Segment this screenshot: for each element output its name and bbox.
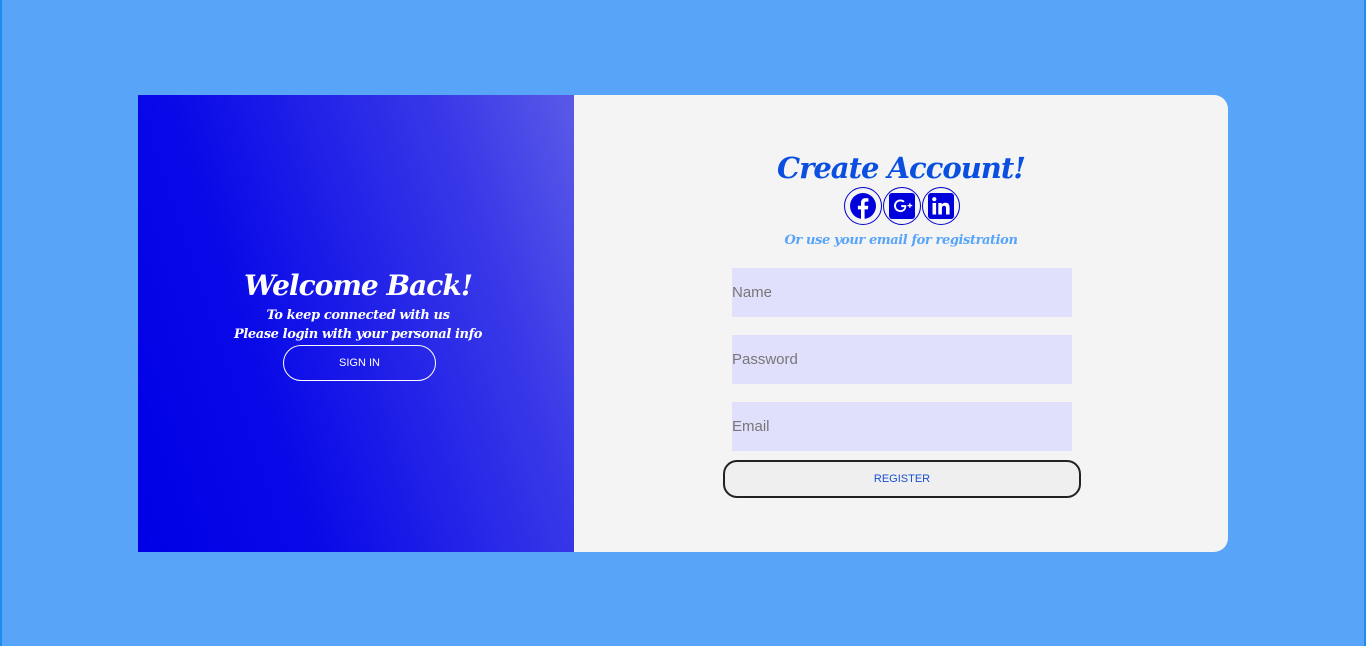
registration-note: Or use your email for registration	[784, 233, 1018, 248]
register-button[interactable]: REGISTER	[723, 460, 1081, 498]
create-account-panel: Create Account! Or use your email for re…	[574, 95, 1228, 552]
password-input[interactable]	[732, 335, 1072, 384]
google-plus-icon	[889, 193, 915, 219]
email-input[interactable]	[732, 402, 1072, 451]
facebook-button[interactable]	[844, 187, 882, 225]
sign-in-button[interactable]: SIGN IN	[283, 345, 436, 381]
google-plus-button[interactable]	[883, 187, 921, 225]
social-buttons	[844, 187, 960, 225]
linkedin-icon	[928, 193, 954, 219]
linkedin-button[interactable]	[922, 187, 960, 225]
create-account-title: Create Account!	[777, 151, 1026, 185]
welcome-subtitle-line-2: Please login with your personal info	[233, 327, 483, 342]
facebook-icon	[850, 193, 876, 219]
signup-card: Welcome Back! To keep connected with us …	[138, 95, 1228, 552]
welcome-subtitle-line-1: To keep connected with us	[266, 308, 450, 323]
name-input[interactable]	[732, 268, 1072, 317]
welcome-subtitle: To keep connected with us Please login w…	[138, 306, 578, 344]
welcome-title: Welcome Back!	[243, 269, 473, 302]
welcome-panel: Welcome Back! To keep connected with us …	[138, 95, 574, 552]
